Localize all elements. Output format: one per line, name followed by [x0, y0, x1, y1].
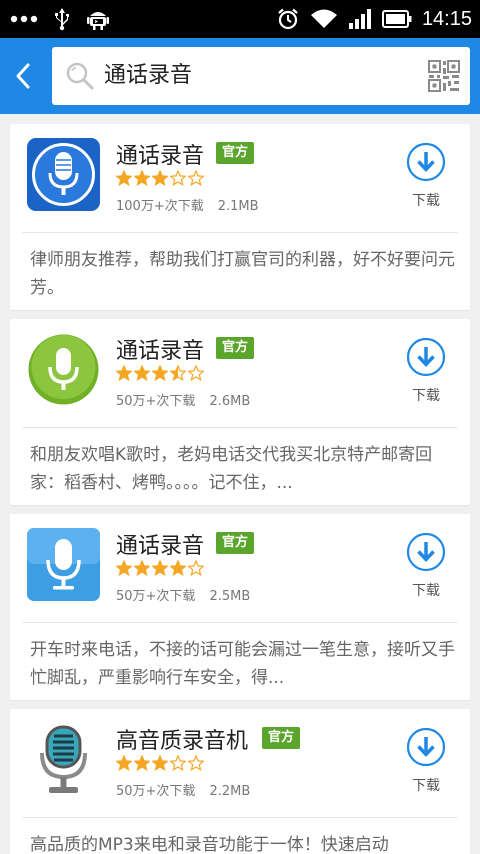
star-icon	[152, 365, 168, 381]
star-icon	[116, 755, 132, 771]
app-name: 高音质录音机	[116, 729, 249, 754]
download-icon[interactable]	[406, 337, 446, 377]
app-description: 和朋友欢唱K歌时，老妈电话交代我买北京特产邮寄回家：稻香村、烤鸭。。。。记不住，…	[30, 445, 433, 493]
download-count: 50万+次下载	[116, 394, 196, 409]
app-card[interactable]: 高音质录音机 官方 50万+次下载 2.2MB 下载 高品质的MP3来电和录音功能…	[10, 709, 470, 854]
star-icon	[134, 365, 150, 381]
download-button[interactable]: 下载	[412, 580, 440, 600]
star-icon	[170, 170, 186, 186]
app-name: 通话录音	[116, 144, 205, 169]
rating-stars	[116, 755, 204, 771]
star-icon	[170, 755, 186, 771]
app-card[interactable]: 通话录音 官方 50万+次下载 2.5MB 下载 开车时来电话，不接的话可能会漏过…	[10, 514, 470, 700]
official-badge: 官方	[216, 532, 255, 554]
official-badge: 官方	[262, 727, 301, 749]
app-bar: 通话录音	[0, 38, 480, 114]
call-recorder-green-mic-icon	[28, 334, 99, 405]
search-query: 通话录音	[104, 63, 193, 88]
status-bar: 14:15	[0, 0, 480, 38]
star-icon	[116, 170, 132, 186]
download-count: 100万+次下载	[116, 199, 204, 214]
app-description: 律师朋友推荐，帮助我们打赢官司的利器，好不好要问元芳。	[30, 250, 455, 298]
star-icon	[188, 365, 204, 381]
status-time: 14:15	[421, 7, 472, 30]
hq-recorder-vintage-mic-icon	[40, 725, 87, 793]
star-icon	[134, 560, 150, 576]
download-icon[interactable]	[406, 532, 446, 572]
search-input[interactable]: 通话录音	[52, 47, 470, 105]
official-badge: 官方	[216, 142, 255, 164]
star-icon	[134, 755, 150, 771]
battery-icon	[381, 10, 412, 28]
star-icon	[188, 755, 204, 771]
download-count: 50万+次下载	[116, 784, 196, 799]
file-size: 2.6MB	[209, 394, 251, 409]
app-meta: 50万+次下载 2.2MB	[116, 780, 250, 799]
download-icon[interactable]	[406, 142, 446, 182]
file-size: 2.5MB	[209, 589, 251, 604]
rating-stars	[116, 365, 204, 381]
star-icon	[152, 755, 168, 771]
download-button[interactable]: 下载	[412, 775, 440, 795]
back-arrow-icon	[16, 63, 30, 89]
more-dots-icon	[10, 15, 38, 23]
official-badge: 官方	[216, 337, 255, 359]
divider	[22, 427, 458, 428]
app-card[interactable]: 通话录音 官方 50万+次下载 2.6MB 下载 和朋友欢唱K歌时，老妈电话交代我…	[10, 319, 470, 505]
rating-stars	[116, 560, 204, 576]
star-icon	[116, 560, 132, 576]
signal-icon	[348, 9, 371, 29]
download-count: 50万+次下载	[116, 589, 196, 604]
divider	[22, 232, 458, 233]
usb-icon	[55, 8, 69, 31]
call-recorder-blue-mic-icon	[27, 138, 100, 211]
alarm-icon	[278, 8, 298, 30]
download-icon[interactable]	[406, 727, 446, 767]
app-description: 高品质的MP3来电和录音功能于一体！快速启动	[30, 835, 389, 854]
wifi-icon	[310, 9, 337, 28]
app-card[interactable]: 通话录音 官方 100万+次下载 2.1MB 下载 律师朋友推荐，帮助我们打赢官司…	[10, 124, 470, 310]
star-icon	[134, 170, 150, 186]
file-size: 2.2MB	[209, 784, 251, 799]
call-recorder-light-blue-mic-icon	[27, 528, 100, 601]
divider	[22, 622, 458, 623]
star-icon	[188, 560, 204, 576]
app-name: 通话录音	[116, 339, 205, 364]
download-button[interactable]: 下载	[412, 385, 440, 405]
star-icon	[152, 170, 168, 186]
app-meta: 50万+次下载 2.5MB	[116, 585, 250, 604]
app-description: 开车时来电话，不接的话可能会漏过一笔生意，接听又手忙脚乱，严重影响行车安全，得.…	[30, 640, 455, 688]
app-meta: 100万+次下载 2.1MB	[116, 195, 259, 214]
file-size: 2.1MB	[217, 199, 259, 214]
star-icon	[152, 560, 168, 576]
app-meta: 50万+次下载 2.6MB	[116, 390, 250, 409]
back-button[interactable]	[0, 38, 46, 114]
search-icon	[66, 62, 94, 90]
android-debug-icon	[87, 12, 109, 30]
divider	[22, 817, 458, 818]
star-icon	[170, 365, 186, 381]
rating-stars	[116, 170, 204, 186]
star-icon	[188, 170, 204, 186]
qr-code-icon[interactable]	[428, 60, 460, 92]
star-icon	[116, 365, 132, 381]
star-icon	[170, 560, 186, 576]
download-button[interactable]: 下载	[412, 190, 440, 210]
app-name: 通话录音	[116, 534, 205, 559]
